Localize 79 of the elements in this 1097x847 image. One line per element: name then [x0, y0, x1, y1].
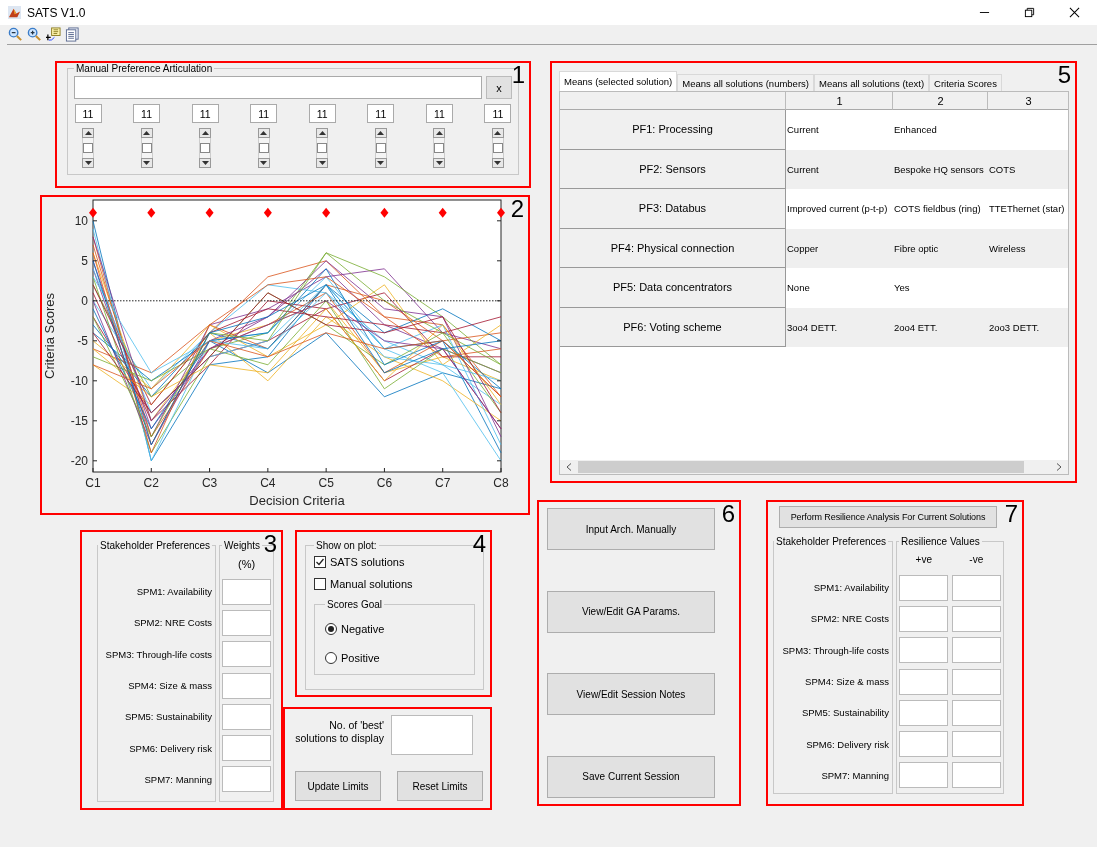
radio-label: Negative — [341, 622, 385, 635]
axis-tick-label: C3 — [201, 476, 218, 490]
table-cell: Fibre optic — [893, 228, 988, 268]
table-cell-text: TTEThernet (star) — [988, 202, 1066, 217]
axis-label: Criteria Scores — [42, 293, 57, 379]
group-title: Stakeholder Preferences — [775, 536, 888, 547]
axis-tick-label: C7 — [435, 476, 451, 490]
annotation-number: 1 — [511, 64, 525, 86]
table-cell-text: Current — [786, 123, 820, 138]
group-title: Resilience Values — [900, 536, 981, 547]
window-title: SATS V1.0 — [27, 5, 86, 20]
row-header: PF5: Data concentrators — [560, 268, 786, 308]
checkbox-label: SATS solutions — [330, 556, 405, 568]
annotation-number: 4 — [472, 533, 486, 555]
preference-label: SPM1: Availability — [136, 586, 213, 598]
preference-label: SPM5: Sustainability — [801, 707, 889, 719]
table-cell: 2oo4 ETT. — [893, 307, 988, 347]
annotation-number: 3 — [263, 533, 277, 555]
group-title: Scores Goal — [326, 599, 384, 610]
table-cell-text: Yes — [893, 281, 911, 296]
preference-label: SPM6: Delivery risk — [806, 738, 889, 750]
preference-label: SPM4: Size & mass — [805, 676, 889, 688]
table-cell: Current — [786, 149, 893, 189]
column-header: 2 — [893, 92, 988, 110]
table-cell: Copper — [786, 228, 893, 268]
annotation-number: 7 — [1004, 503, 1018, 525]
axis-tick-label: -5 — [77, 333, 88, 348]
axis-tick-label: 5 — [81, 253, 88, 268]
axis-tick-label: 10 — [74, 213, 88, 228]
axis-tick-label: C6 — [376, 476, 393, 490]
preference-label: SPM2: NRE Costs — [810, 613, 889, 625]
annotation-number: 2 — [510, 198, 524, 220]
axis-tick-label: -10 — [70, 373, 88, 388]
preference-label: SPM1: Availability — [813, 582, 889, 594]
preference-label: SPM5: Sustainability — [124, 711, 213, 723]
preference-label: SPM7: Manning — [144, 773, 213, 785]
axis-tick-label: -15 — [70, 413, 88, 428]
group-title: Stakeholder Preferences — [99, 540, 212, 551]
table-cell: Wireless — [988, 228, 1068, 268]
annotation-number: 6 — [721, 503, 735, 525]
axis-tick-label: -20 — [70, 453, 88, 468]
radio-label: Positive — [341, 651, 380, 664]
preference-label: SPM4: Size & mass — [128, 680, 213, 692]
table-cell-text: COTS fieldbus (ring) — [893, 202, 982, 217]
axis-tick-label: C5 — [318, 476, 334, 490]
table-cell: 3oo4 DETT. — [786, 307, 893, 347]
preference-label: SPM6: Delivery risk — [129, 742, 213, 754]
table-cell-text: Improved current (p-t-p) — [786, 202, 889, 217]
axis-tick-label: C2 — [143, 476, 159, 490]
row-header: PF4: Physical connection — [560, 228, 786, 268]
axis-tick-label: C1 — [85, 476, 101, 490]
preference-label: SPM3: Through-life costs — [105, 648, 213, 660]
row-header: PF6: Voting scheme — [560, 307, 786, 347]
row-header: PF1: Processing — [560, 110, 786, 150]
column-header: 3 — [988, 92, 1068, 110]
row-header: PF2: Sensors — [560, 149, 786, 189]
preference-label: SPM7: Manning — [821, 769, 889, 781]
row-header: PF3: Databus — [560, 189, 786, 229]
preference-label: SPM2: NRE Costs — [133, 617, 213, 629]
group-title: Manual Preference Articulation — [75, 63, 214, 74]
table-cell: 2oo3 DETT. — [988, 307, 1068, 347]
table-cell: Bespoke HQ sensors — [893, 149, 988, 189]
table-cell: COTS — [988, 149, 1068, 189]
column-header: (%) — [238, 557, 256, 570]
column-header: 1 — [786, 92, 893, 110]
preference-label: SPM3: Through-life costs — [782, 644, 889, 656]
axis-tick-label: C8 — [493, 476, 509, 490]
annotation-number: 5 — [1057, 64, 1071, 86]
axis-tick-label: C4 — [260, 476, 276, 490]
column-header: -ve — [968, 554, 985, 565]
table-cell-text: Enhanced — [893, 123, 938, 138]
checkbox-label: Manual solutions — [330, 578, 413, 590]
group-title: Show on plot: — [315, 540, 378, 551]
axis-tick-label: 0 — [81, 293, 88, 308]
axis-label: Decision Criteria — [249, 493, 345, 508]
group-title: Weights — [223, 540, 262, 551]
column-header: +ve — [914, 554, 933, 565]
field-label: No. of 'best' solutions to display — [295, 718, 384, 746]
table-cell-text: None — [786, 281, 811, 296]
